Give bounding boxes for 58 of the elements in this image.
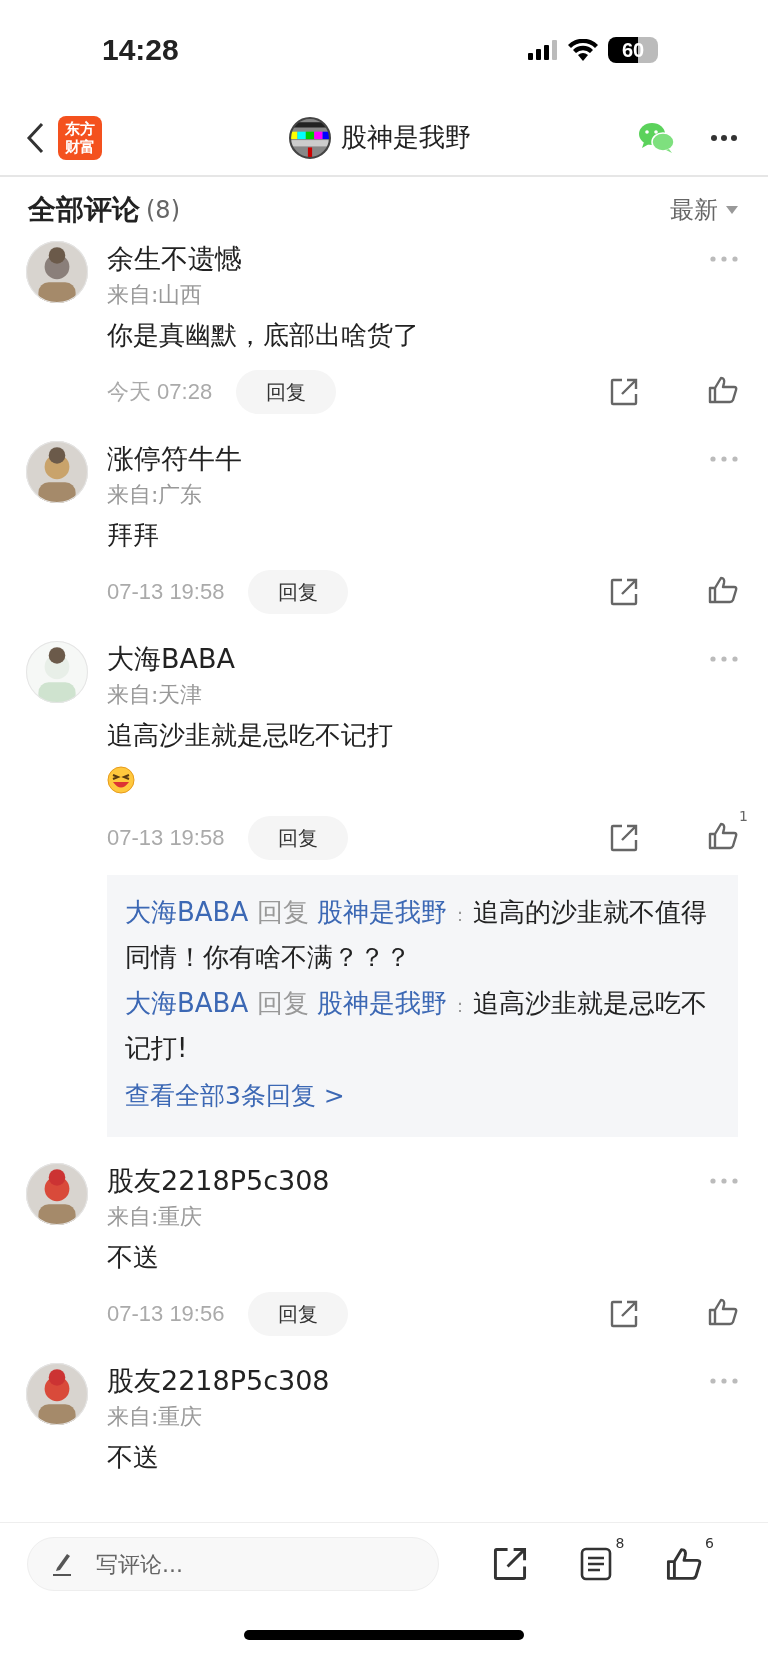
reply-button[interactable]: 回复	[248, 1292, 349, 1336]
comment-text: 拜拜	[107, 519, 160, 552]
status-time: 14:28	[102, 33, 179, 67]
pencil-icon	[51, 1551, 73, 1577]
share-icon[interactable]	[610, 578, 638, 606]
user-link[interactable]: 大海BABA	[125, 897, 249, 927]
comment-text: 不送	[107, 1241, 160, 1274]
like-count-label: 6	[705, 1535, 714, 1551]
thumbs-up-icon[interactable]	[708, 576, 738, 604]
thumbs-up-icon[interactable]	[665, 1547, 702, 1581]
section-title: 全部评论	[28, 192, 140, 228]
user-link[interactable]: 大海BABA	[125, 988, 249, 1018]
thumbs-up-icon[interactable]	[708, 1298, 738, 1326]
comment-count-label: 8	[615, 1535, 625, 1551]
page-title: 股神是我野	[341, 121, 471, 154]
laughing-emoji-icon	[107, 766, 135, 794]
share-icon[interactable]	[610, 378, 638, 406]
share-icon[interactable]	[610, 1300, 638, 1328]
sort-dropdown[interactable]: 最新	[670, 194, 738, 226]
document-icon[interactable]	[580, 1547, 613, 1581]
comment-count: (8)	[146, 196, 180, 224]
signal-icon	[528, 40, 558, 60]
comment-input-field[interactable]: 写评论...	[27, 1537, 439, 1591]
wifi-icon	[568, 39, 598, 61]
comment-text: 不送	[107, 1441, 160, 1474]
share-icon[interactable]	[610, 824, 638, 852]
caret-icon	[726, 206, 738, 214]
user-name[interactable]: 余生不遗憾	[107, 241, 242, 277]
app-logo: 东方 财富	[58, 115, 102, 160]
comment-time: 07-13 19:56	[107, 1301, 225, 1327]
comment-text: 你是真幽默，底部出啥货了	[107, 319, 420, 352]
user-link[interactable]: 股神是我野	[316, 988, 447, 1018]
user-name[interactable]: 大海BABA	[107, 641, 235, 677]
reply-button[interactable]: 回复	[248, 816, 349, 860]
comment-time: 07-13 19:58	[107, 579, 225, 605]
user-location: 来自:天津	[107, 681, 204, 709]
user-name[interactable]: 股友2218P5c308	[107, 1363, 330, 1399]
reply-button[interactable]: 回复	[248, 570, 349, 614]
thumbs-up-icon[interactable]	[708, 822, 738, 850]
back-icon[interactable]	[26, 121, 44, 154]
reply-button[interactable]: 回复	[236, 370, 337, 414]
comment-time: 07-13 19:58	[107, 825, 225, 851]
user-location: 来自:重庆	[107, 1203, 204, 1231]
more-icon[interactable]	[710, 133, 738, 142]
view-all-replies-link[interactable]: 查看全部3条回复 >	[125, 1073, 345, 1119]
user-location: 来自:重庆	[107, 1403, 204, 1431]
reply-text: 大海BABA 回复 股神是我野：追高的沙韭就不值得同情！你有啥不满？？？	[125, 896, 708, 974]
comment-time: 今天 07:28	[107, 378, 213, 406]
share-icon[interactable]	[492, 1547, 527, 1581]
user-name[interactable]: 股友2218P5c308	[107, 1163, 330, 1199]
like-count: 1	[739, 808, 748, 824]
reply-text: 大海BABA 回复 股神是我野：追高沙韭就是忌吃不记打!	[125, 987, 708, 1065]
user-location: 来自:山西	[107, 281, 204, 309]
comment-text: 追高沙韭就是忌吃不记打	[107, 719, 394, 752]
thumbs-up-icon[interactable]	[708, 376, 738, 404]
user-name[interactable]: 涨停符牛牛	[107, 441, 242, 477]
user-location: 来自:广东	[107, 481, 204, 509]
user-link[interactable]: 股神是我野	[316, 897, 447, 927]
